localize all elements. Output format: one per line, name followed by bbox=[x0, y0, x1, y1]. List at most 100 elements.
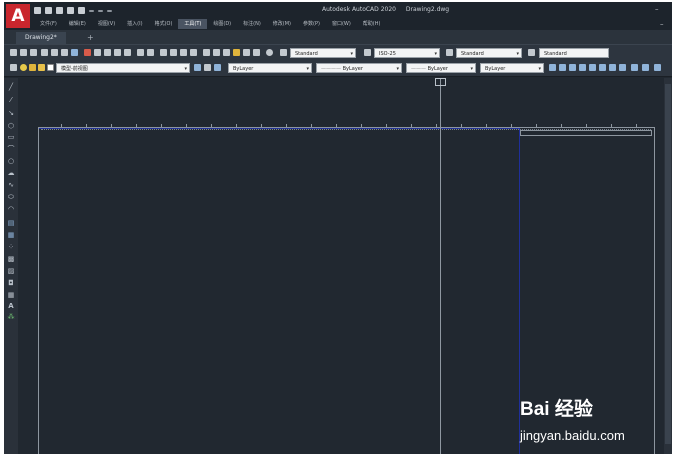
gradient-icon[interactable]: ▨ bbox=[7, 268, 15, 275]
multileader-style-dropdown[interactable]: Standard bbox=[539, 48, 609, 58]
layer-freeze-icon[interactable] bbox=[29, 64, 36, 71]
angular-dimension-icon[interactable] bbox=[619, 64, 626, 71]
spline-icon[interactable]: ∿ bbox=[7, 182, 15, 189]
arc-length-icon[interactable] bbox=[569, 64, 576, 71]
save-as-icon[interactable] bbox=[67, 7, 74, 14]
paste-icon[interactable] bbox=[104, 49, 111, 56]
match-properties-icon[interactable] bbox=[114, 49, 121, 56]
layer-properties-icon[interactable] bbox=[10, 64, 17, 71]
block-editor-icon[interactable] bbox=[124, 49, 131, 56]
help-icon[interactable] bbox=[266, 49, 273, 56]
circle-icon[interactable]: ○ bbox=[7, 158, 15, 165]
plot-icon[interactable] bbox=[41, 49, 48, 56]
zoom-previous-icon[interactable] bbox=[190, 49, 197, 56]
linear-dimension-icon[interactable] bbox=[549, 64, 556, 71]
redo-icon[interactable] bbox=[98, 9, 103, 12]
rectangle-icon[interactable]: ▭ bbox=[7, 134, 15, 141]
design-center-icon[interactable] bbox=[213, 49, 220, 56]
menu-item[interactable]: 工具(T) bbox=[178, 19, 208, 29]
polyline-icon[interactable]: ↘ bbox=[7, 110, 15, 117]
polygon-icon[interactable]: ⬡ bbox=[7, 123, 15, 130]
ellipse-arc-icon[interactable]: ◠ bbox=[7, 206, 15, 213]
insert-block-icon[interactable]: ▤ bbox=[7, 220, 15, 227]
menu-item[interactable]: 标注(N) bbox=[237, 19, 267, 29]
make-current-layer-icon[interactable] bbox=[194, 64, 201, 71]
plot-preview-icon[interactable] bbox=[51, 49, 58, 56]
layer-previous-icon[interactable] bbox=[204, 64, 211, 71]
save-icon[interactable] bbox=[30, 49, 37, 56]
radius-dimension-icon[interactable] bbox=[589, 64, 596, 71]
layer-on-icon[interactable] bbox=[20, 64, 27, 71]
quickcalc-icon[interactable] bbox=[253, 49, 260, 56]
menu-item[interactable]: 文件(F) bbox=[34, 19, 63, 29]
jogged-dimension-icon[interactable] bbox=[599, 64, 606, 71]
plot-icon[interactable] bbox=[78, 7, 85, 14]
plot-style-dropdown[interactable]: ByLayer ▾ bbox=[480, 63, 544, 73]
customize-dropdown-icon[interactable] bbox=[107, 9, 112, 12]
quick-dimension-icon[interactable] bbox=[631, 64, 638, 71]
sheet-set-icon[interactable] bbox=[233, 49, 240, 56]
tool-palettes-icon[interactable] bbox=[223, 49, 230, 56]
redo-icon[interactable] bbox=[147, 49, 154, 56]
ordinate-dimension-icon[interactable] bbox=[579, 64, 586, 71]
new-tab-button[interactable]: + bbox=[87, 32, 94, 44]
make-block-icon[interactable]: ▦ bbox=[7, 232, 15, 239]
restore-icon[interactable]: – bbox=[660, 20, 664, 28]
menu-item[interactable]: 视图(V) bbox=[92, 19, 121, 29]
layer-dropdown[interactable]: 模型-前视图 ▾ bbox=[56, 63, 190, 73]
3d-dwf-icon[interactable] bbox=[71, 49, 78, 56]
revision-cloud-icon[interactable]: ☁ bbox=[7, 170, 15, 177]
zoom-realtime-icon[interactable] bbox=[170, 49, 177, 56]
open-file-icon[interactable] bbox=[45, 7, 52, 14]
point-icon[interactable]: ⁘ bbox=[7, 244, 15, 251]
cut-icon[interactable] bbox=[84, 49, 91, 56]
open-icon[interactable] bbox=[20, 49, 27, 56]
aligned-dimension-icon[interactable] bbox=[559, 64, 566, 71]
zoom-window-icon[interactable] bbox=[180, 49, 187, 56]
layer-states-icon[interactable] bbox=[214, 64, 221, 71]
text-style-dropdown[interactable]: Standard ▾ bbox=[290, 48, 356, 58]
linetype-dropdown[interactable]: ———— ByLayer ▾ bbox=[316, 63, 402, 73]
new-icon[interactable] bbox=[10, 49, 17, 56]
undo-icon[interactable] bbox=[137, 49, 144, 56]
region-icon[interactable]: ◘ bbox=[7, 280, 15, 287]
menu-item[interactable]: 格式(O) bbox=[149, 19, 179, 29]
dim-style-dropdown[interactable]: ISO-25 ▾ bbox=[374, 48, 440, 58]
menu-item[interactable]: 编辑(E) bbox=[63, 19, 92, 29]
arc-icon[interactable]: ⌒ bbox=[7, 146, 15, 153]
menu-item[interactable]: 帮助(H) bbox=[357, 19, 387, 29]
diameter-dimension-icon[interactable] bbox=[609, 64, 616, 71]
add-selected-icon[interactable]: ⁂ bbox=[7, 314, 15, 321]
continue-dimension-icon[interactable] bbox=[654, 64, 661, 71]
copy-icon[interactable] bbox=[94, 49, 101, 56]
layer-lock-icon[interactable] bbox=[38, 64, 45, 71]
undo-icon[interactable] bbox=[89, 9, 94, 12]
new-file-icon[interactable] bbox=[34, 7, 41, 14]
baseline-dimension-icon[interactable] bbox=[642, 64, 649, 71]
tab-drawing2[interactable]: Drawing2* bbox=[16, 32, 66, 44]
construction-line-icon[interactable]: ⁄ bbox=[7, 97, 15, 104]
publish-icon[interactable] bbox=[61, 49, 68, 56]
scrollbar-thumb[interactable] bbox=[665, 84, 671, 444]
autocad-logo-icon[interactable]: A bbox=[6, 4, 30, 28]
lineweight-dropdown[interactable]: ——— ByLayer ▾ bbox=[406, 63, 476, 73]
text-style-icon bbox=[280, 49, 287, 56]
color-dropdown[interactable]: ByLayer ▾ bbox=[228, 63, 312, 73]
table-icon[interactable]: ▦ bbox=[7, 292, 15, 299]
pan-icon[interactable] bbox=[160, 49, 167, 56]
table-style-dropdown[interactable]: Standard ▾ bbox=[456, 48, 522, 58]
properties-icon[interactable] bbox=[203, 49, 210, 56]
menu-item[interactable]: 修改(M) bbox=[267, 19, 297, 29]
menu-item[interactable]: 窗口(W) bbox=[326, 19, 357, 29]
menu-item[interactable]: 参数(P) bbox=[297, 19, 326, 29]
vertical-scrollbar[interactable] bbox=[664, 78, 672, 454]
ellipse-icon[interactable]: ⬭ bbox=[7, 194, 15, 201]
minimize-icon[interactable]: – bbox=[655, 5, 663, 13]
line-icon[interactable]: ╱ bbox=[7, 84, 15, 91]
hatch-icon[interactable]: ▩ bbox=[7, 256, 15, 263]
multiline-text-icon[interactable]: A bbox=[7, 303, 15, 310]
save-icon[interactable] bbox=[56, 7, 63, 14]
menu-item[interactable]: 绘图(D) bbox=[207, 19, 237, 29]
menu-item[interactable]: 插入(I) bbox=[121, 19, 148, 29]
markup-icon[interactable] bbox=[243, 49, 250, 56]
